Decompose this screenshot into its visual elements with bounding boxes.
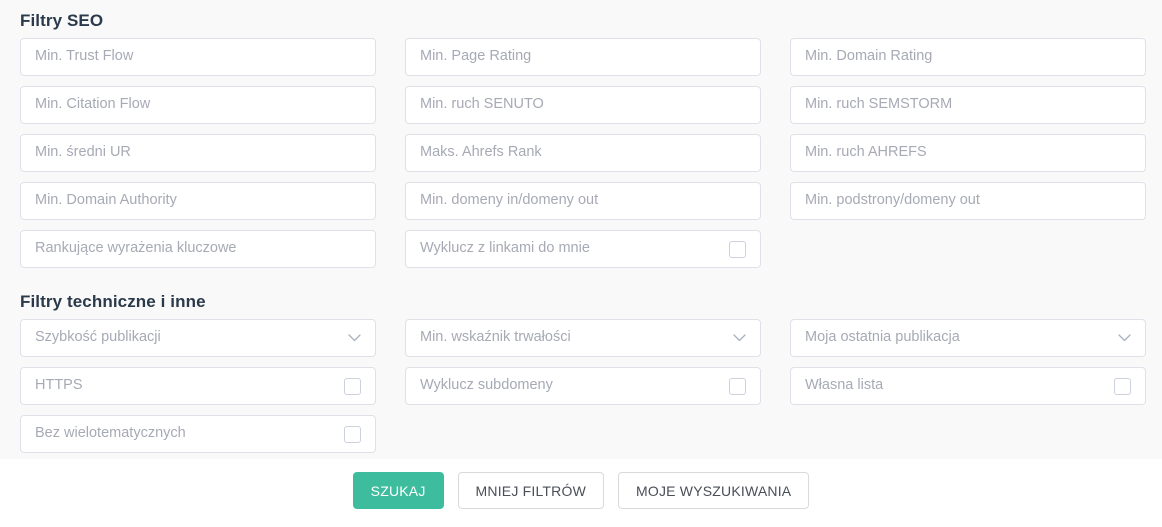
field-label: Wyklucz z linkami do mnie [420,241,590,257]
field-label: Wyklucz subdomeny [420,378,553,394]
field-label: Własna lista [805,378,884,394]
checkbox-wlasna-lista[interactable] [1114,377,1131,395]
field-min-podstrony-domeny-out[interactable]: Min. podstrony/domeny out [790,182,1146,220]
field-label: Min. ruch SENUTO [420,97,544,113]
field-label: Min. ruch AHREFS [805,145,927,161]
field-label: Szybkość publikacji [35,330,161,346]
checkbox-wyklucz-subdomeny[interactable] [729,377,746,395]
field-label: Min. ruch SEMSTORM [805,97,953,113]
field-min-domain-rating[interactable]: Min. Domain Rating [790,38,1146,76]
field-https[interactable]: HTTPS [20,367,376,405]
seo-filters-grid: Min. Trust Flow Min. Page Rating Min. Doma… [20,38,1146,268]
checkbox-https[interactable] [344,377,361,395]
field-min-trust-flow[interactable]: Min. Trust Flow [20,38,376,76]
technical-filters-grid: Szybkość publikacji Min. wskaźnik trwałoś… [20,319,1146,453]
field-min-ruch-semstorm[interactable]: Min. ruch SEMSTORM [790,86,1146,124]
field-min-sredni-ur[interactable]: Min. średni UR [20,134,376,172]
filters-panel: Filtry SEO Min. Trust Flow Min. Page Rati… [0,0,1162,459]
field-min-citation-flow[interactable]: Min. Citation Flow [20,86,376,124]
field-szybkosc-publikacji[interactable]: Szybkość publikacji [20,319,376,357]
field-min-domeny-in-domeny-out[interactable]: Min. domeny in/domeny out [405,182,761,220]
field-label: Min. domeny in/domeny out [420,193,599,209]
fewer-filters-button[interactable]: MNIEJ FILTRÓW [457,472,604,509]
field-label: Min. podstrony/domeny out [805,193,980,209]
seo-filters-page: Filtry SEO Min. Trust Flow Min. Page Rati… [0,0,1162,527]
seo-filters-heading: Filtry SEO [20,11,104,30]
field-wyklucz-subdomeny[interactable]: Wyklucz subdomeny [405,367,761,405]
field-min-ruch-senuto[interactable]: Min. ruch SENUTO [405,86,761,124]
checkbox-bez-wielotematycznych[interactable] [344,425,361,443]
field-label: Bez wielotematycznych [35,426,186,442]
field-maks-ahrefs-rank[interactable]: Maks. Ahrefs Rank [405,134,761,172]
field-label: Min. wskaźnik trwałości [420,330,571,346]
field-min-ruch-ahrefs[interactable]: Min. ruch AHREFS [790,134,1146,172]
my-searches-button[interactable]: MOJE WYSZUKIWANIA [618,472,810,509]
field-label: Min. Domain Authority [35,193,177,209]
empty-slot [405,415,761,453]
field-label: Rankujące wyrażenia kluczowe [35,241,237,257]
field-rankujace-wyrazenia-kluczowe[interactable]: Rankujące wyrażenia kluczowe [20,230,376,268]
chevron-down-icon [1117,331,1131,345]
field-label: HTTPS [35,378,83,394]
field-wyklucz-z-linkami-do-mnie[interactable]: Wyklucz z linkami do mnie [405,230,761,268]
field-label: Min. Page Rating [420,49,532,65]
chevron-down-icon [347,331,361,345]
empty-slot [790,230,1146,268]
field-min-page-rating[interactable]: Min. Page Rating [405,38,761,76]
field-label: Min. Domain Rating [805,49,933,65]
field-label: Min. średni UR [35,145,131,161]
field-wlasna-lista[interactable]: Własna lista [790,367,1146,405]
technical-filters-heading: Filtry techniczne i inne [20,292,206,311]
field-bez-wielotematycznych[interactable]: Bez wielotematycznych [20,415,376,453]
field-label: Moja ostatnia publikacja [805,330,960,346]
empty-slot [790,415,1146,453]
field-moja-ostatnia-publikacja[interactable]: Moja ostatnia publikacja [790,319,1146,357]
chevron-down-icon [732,331,746,345]
field-min-domain-authority[interactable]: Min. Domain Authority [20,182,376,220]
field-label: Min. Citation Flow [35,97,151,113]
checkbox-wyklucz-z-linkami-do-mnie[interactable] [729,240,746,258]
field-min-wskaznik-trwalosci[interactable]: Min. wskaźnik trwałości [405,319,761,357]
field-label: Min. Trust Flow [35,49,134,65]
action-button-bar: SZUKAJ MNIEJ FILTRÓW MOJE WYSZUKIWANIA [0,472,1162,509]
search-button[interactable]: SZUKAJ [352,472,444,509]
field-label: Maks. Ahrefs Rank [420,145,542,161]
